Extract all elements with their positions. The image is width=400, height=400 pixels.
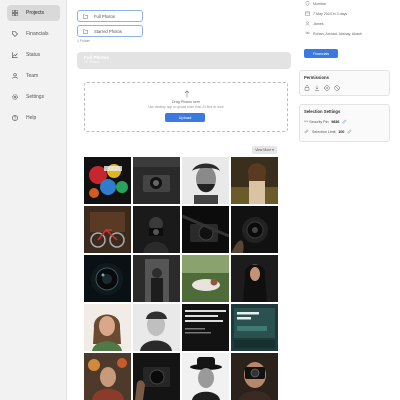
photo-screen-text[interactable] xyxy=(182,304,229,351)
photo-woman-hijab[interactable] xyxy=(231,255,278,302)
upload-button[interactable]: Upload xyxy=(165,113,205,122)
gear-icon xyxy=(12,94,18,100)
sidebar-item-label: Help xyxy=(26,115,37,121)
team-members-icon xyxy=(305,31,310,36)
user-icon xyxy=(305,21,310,26)
photo-bicycle[interactable] xyxy=(84,206,131,253)
upload-hint: Use desktop app to upload more than 20 f… xyxy=(148,105,224,109)
photo-screen-welcome[interactable] xyxy=(231,304,278,351)
date-text: 7 May 2024 in 3 days xyxy=(313,11,348,16)
tag-icon xyxy=(12,31,18,37)
photo-camera-hands[interactable] xyxy=(231,206,278,253)
upload-title: Drag Photos here xyxy=(171,100,201,104)
edit-icon[interactable] xyxy=(342,119,347,124)
photo-photographer-dark[interactable] xyxy=(133,206,180,253)
photo-man-doorway[interactable] xyxy=(133,255,180,302)
permissions-title: Permissions xyxy=(304,75,329,80)
location-pin-icon xyxy=(305,1,310,6)
share-icon[interactable] xyxy=(324,85,330,91)
view-more-button[interactable]: View More ▾ xyxy=(252,146,277,154)
client-row: James xyxy=(305,21,324,26)
folder-starred-photos[interactable]: Starred Photos xyxy=(77,25,143,37)
calendar-icon xyxy=(305,11,310,16)
photo-map-art[interactable] xyxy=(84,157,131,204)
sidebar-item-label: Status xyxy=(26,52,41,58)
chart-icon xyxy=(12,52,18,58)
selection-limit-value: 100 xyxy=(338,129,345,134)
sidebar-item-help[interactable]: Help xyxy=(7,110,60,126)
sidebar-item-settings[interactable]: Settings xyxy=(7,89,60,105)
album-photo-count: 24 Photos xyxy=(84,60,100,64)
help-icon xyxy=(12,115,18,121)
financials-button[interactable]: Financials xyxy=(304,49,338,58)
photo-man-camera-face[interactable] xyxy=(231,353,278,400)
lock-icon[interactable] xyxy=(304,85,310,91)
selection-limit-label: Selection Limit: xyxy=(312,129,337,134)
sidebar-item-label: Projects xyxy=(26,10,45,16)
selection-title: Selection Settings xyxy=(304,109,341,114)
sidebar-item-label: Settings xyxy=(26,94,45,100)
folder-label: Starred Photos xyxy=(94,28,122,34)
permissions-icons xyxy=(304,85,340,91)
link-icon xyxy=(304,129,309,134)
location-row: Mumbai xyxy=(305,1,326,6)
team-row: Rohan, Arshad, Akshay, Akash xyxy=(305,31,362,36)
folder-icon xyxy=(83,14,88,19)
sidebar-item-status[interactable]: Status xyxy=(7,47,60,63)
permissions-card xyxy=(299,70,390,96)
sidebar-item-label: Financials xyxy=(26,31,49,37)
photo-man-hat[interactable] xyxy=(182,353,229,400)
sidebar-item-label: Team xyxy=(26,73,39,79)
photo-woman-field[interactable] xyxy=(231,157,278,204)
sidebar: Projects Financials Status Team Settings… xyxy=(0,0,67,400)
photo-grid xyxy=(84,157,280,400)
folder-icon xyxy=(83,29,88,34)
photo-woman-floral[interactable] xyxy=(84,353,131,400)
date-row: 7 May 2024 in 3 days xyxy=(305,11,347,16)
photo-smiling-man[interactable] xyxy=(133,304,180,351)
sidebar-item-financials[interactable]: Financials xyxy=(7,26,60,42)
photo-bearded-man[interactable] xyxy=(182,157,229,204)
block-icon[interactable] xyxy=(334,85,340,91)
folder-label: Full Photos xyxy=(94,13,115,19)
upload-dropzone[interactable]: Drag Photos here Use desktop app to uplo… xyxy=(84,82,288,132)
client-text: James xyxy=(313,21,324,26)
folder-full-photos[interactable]: Full Photos xyxy=(77,10,143,22)
sidebar-item-team[interactable]: Team xyxy=(7,68,60,84)
selection-limit-row: Selection Limit: 100 xyxy=(304,129,352,134)
folder-count: 1 Folder xyxy=(77,39,90,43)
grid-icon xyxy=(12,10,18,16)
upload-arrow-icon xyxy=(184,90,190,98)
download-icon[interactable] xyxy=(314,85,320,91)
sidebar-item-projects[interactable]: Projects xyxy=(7,5,60,21)
photo-lens-closeup[interactable] xyxy=(84,255,131,302)
edit-icon[interactable] xyxy=(347,129,352,134)
team-text: Rohan, Arshad, Akshay, Akash xyxy=(313,31,362,36)
photo-woman-grass[interactable] xyxy=(182,255,229,302)
photo-camera-lens-shadow[interactable] xyxy=(182,206,229,253)
team-icon xyxy=(12,73,18,79)
photo-camera-bw[interactable] xyxy=(133,157,180,204)
security-pin-row: *** Security Pin: 9836 xyxy=(304,119,347,124)
security-pin-label: *** Security Pin: xyxy=(304,119,330,124)
album-header: Full Photos 24 Photos xyxy=(77,52,291,69)
location-text: Mumbai xyxy=(313,1,326,6)
photo-smiling-woman[interactable] xyxy=(84,304,131,351)
security-pin-value: 9836 xyxy=(331,119,340,124)
photo-camera-hold[interactable] xyxy=(133,353,180,400)
